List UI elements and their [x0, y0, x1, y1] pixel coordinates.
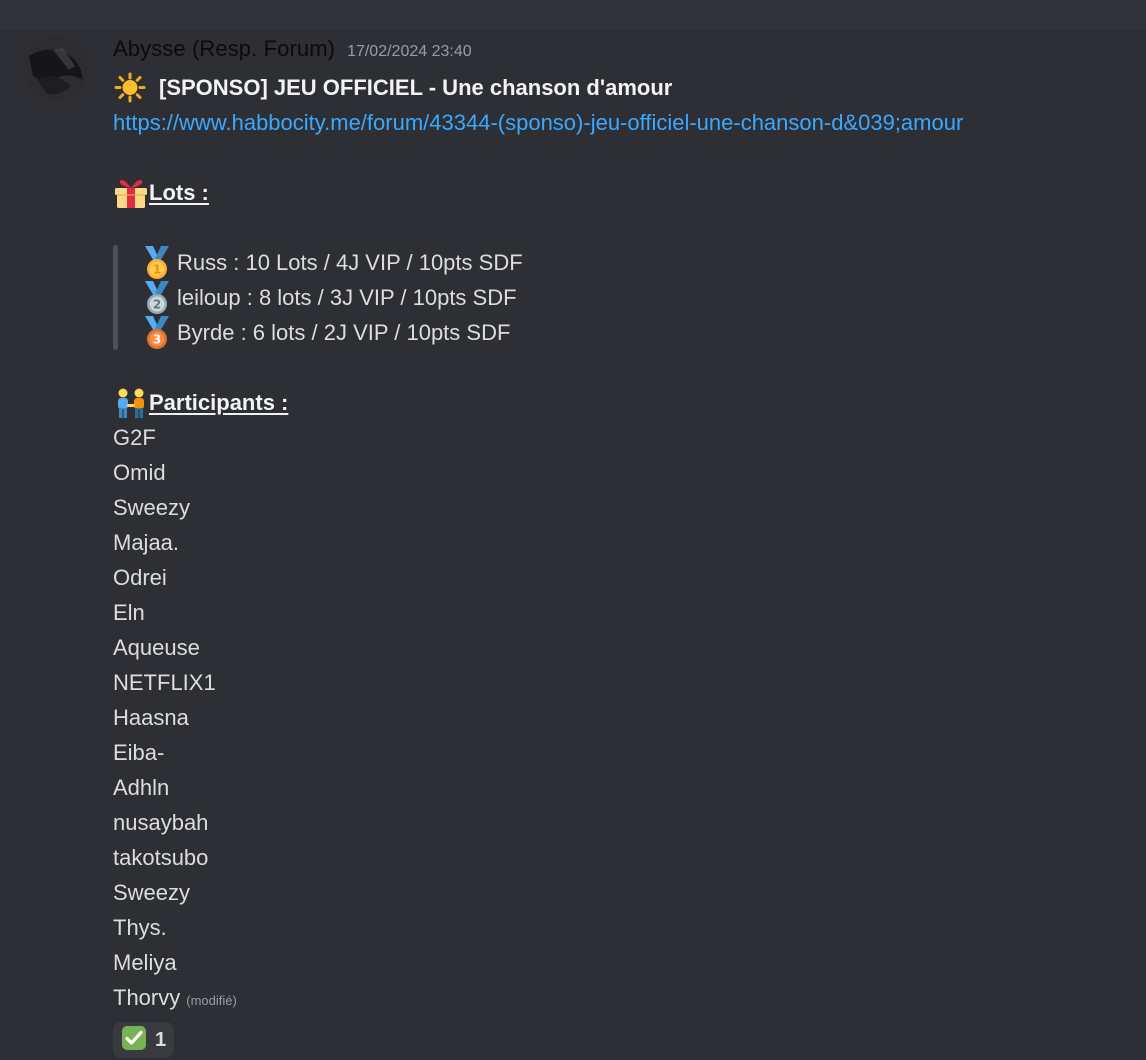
reaction-count: 1: [155, 1028, 167, 1051]
message-content: [SPONSO] JEU OFFICIEL - Une chanson d'am…: [113, 70, 1133, 1015]
message-timestamp[interactable]: 17/02/2024 23:40: [347, 43, 472, 61]
participant-item: Majaa.: [113, 530, 180, 555]
lots-heading-label: Lots :: [149, 180, 209, 205]
participant-item: Eiba-: [113, 740, 165, 765]
blockquote-bar: [113, 245, 118, 350]
participant-item: takotsubo: [113, 845, 209, 870]
first-place-medal-icon: 1: [137, 245, 177, 280]
prize-text: Byrde : 6 lots / 2J VIP / 10pts SDF: [177, 320, 511, 345]
prize-row-first: 1 Russ : 10 Lots / 4J VIP / 10pts SDF: [137, 245, 1133, 280]
prize-text: Russ : 10 Lots / 4J VIP / 10pts SDF: [177, 250, 523, 275]
participant-name: Thorvy: [113, 985, 181, 1010]
participant-item: Adhln: [113, 775, 170, 800]
avatar[interactable]: [23, 36, 87, 100]
participant-item: Haasna: [113, 705, 189, 730]
participant-item: Eln: [113, 600, 145, 625]
participant-item: Odrei: [113, 565, 167, 590]
participants-heading-label: Participants :: [149, 390, 289, 415]
participant-item: nusaybah: [113, 810, 209, 835]
participant-item: Meliya: [113, 950, 177, 975]
participant-item: Thys.: [113, 915, 167, 940]
participant-item: Aqueuse: [113, 635, 200, 660]
author-name[interactable]: Abysse (Resp. Forum): [113, 36, 335, 62]
participant-item: Sweezy: [113, 495, 191, 520]
participant-item: Omid: [113, 460, 166, 485]
people-holding-hands-icon: [113, 385, 149, 420]
check-mark-button-icon: [121, 1025, 147, 1056]
participant-item-last: Thorvy (modifié): [113, 980, 1133, 1015]
second-place-medal-icon: 2: [137, 280, 177, 315]
reaction-button[interactable]: 1: [113, 1022, 175, 1058]
message-title-line: [SPONSO] JEU OFFICIEL - Une chanson d'am…: [113, 70, 1133, 105]
prize-text: leiloup : 8 lots / 3J VIP / 10pts SDF: [177, 285, 517, 310]
gift-icon: [113, 175, 149, 210]
participants-heading: Participants :: [113, 385, 1133, 420]
participant-item: NETFLIX1: [113, 670, 216, 695]
participant-item: Sweezy: [113, 880, 191, 905]
svg-text:1: 1: [153, 263, 161, 277]
prize-row-third: 3 Byrde : 6 lots / 2J VIP / 10pts SDF: [137, 315, 1133, 350]
svg-text:2: 2: [153, 298, 161, 312]
prize-row-second: 2 leiloup : 8 lots / 3J VIP / 10pts SDF: [137, 280, 1133, 315]
edited-label: (modifié): [186, 993, 237, 1008]
prizes-blockquote: 1 Russ : 10 Lots / 4J VIP / 10pts SDF 2 …: [113, 245, 1133, 350]
top-band: [0, 0, 1146, 30]
participant-item: G2F: [113, 425, 156, 450]
forum-link[interactable]: https://www.habbocity.me/forum/43344-(sp…: [113, 110, 963, 135]
lots-heading: Lots :: [113, 175, 1133, 210]
svg-text:3: 3: [153, 333, 161, 347]
third-place-medal-icon: 3: [137, 315, 177, 350]
message-header: Abysse (Resp. Forum) 17/02/2024 23:40: [113, 36, 472, 66]
message-title: [SPONSO] JEU OFFICIEL - Une chanson d'am…: [159, 75, 673, 100]
forum-link-line: https://www.habbocity.me/forum/43344-(sp…: [113, 105, 1133, 140]
sun-icon: [113, 70, 149, 105]
